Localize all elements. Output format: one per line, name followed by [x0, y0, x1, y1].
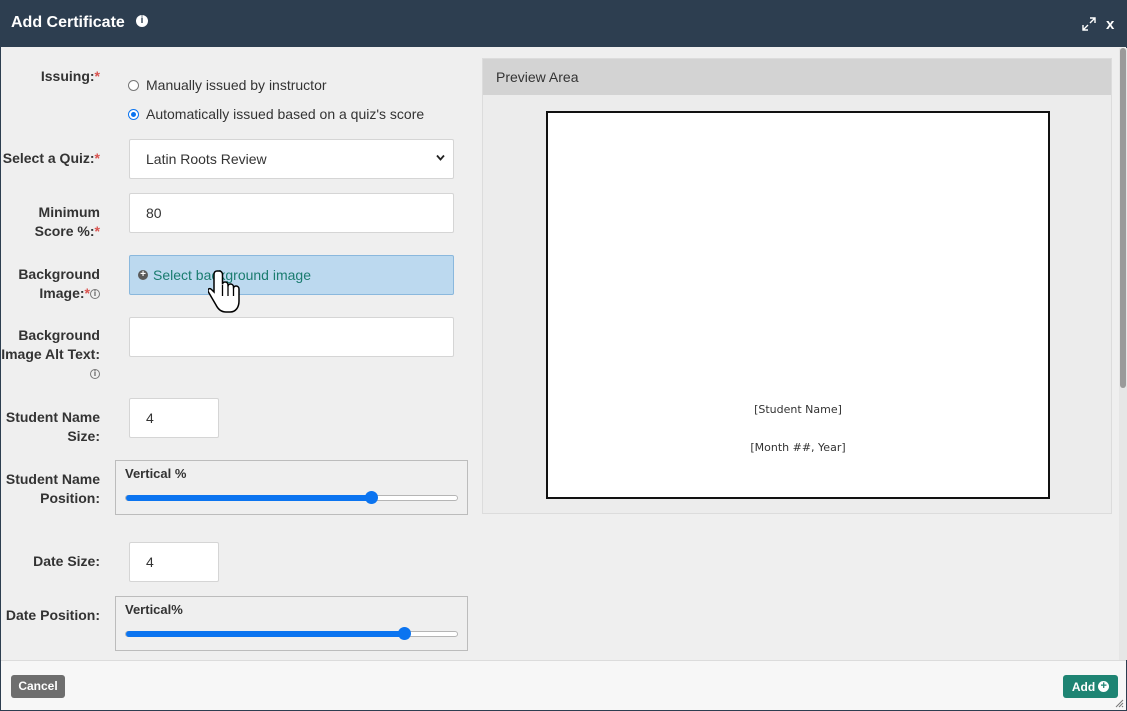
date-position-slider-box: Vertical%: [115, 596, 468, 651]
dialog-titlebar: Add Certificate i x: [1, 1, 1126, 47]
preview-header: Preview Area: [483, 59, 1111, 95]
date-position-slider-fill: [126, 631, 405, 637]
date-position-slider-thumb[interactable]: [398, 627, 412, 640]
info-icon[interactable]: i: [136, 15, 148, 27]
name-position-slider-fill: [126, 495, 371, 501]
name-size-value: 4: [146, 410, 154, 426]
date-position-slider[interactable]: [125, 627, 458, 640]
name-position-label: Student Name Position:: [5, 471, 100, 506]
cancel-button[interactable]: Cancel: [11, 675, 65, 698]
preview-date: [Month ##, Year]: [750, 441, 846, 454]
name-position-slider[interactable]: [125, 491, 458, 504]
select-background-image-button[interactable]: + Select background image: [129, 255, 454, 295]
close-button[interactable]: x: [1106, 16, 1114, 33]
radio-manual-button[interactable]: [128, 79, 139, 91]
chevron-down-icon: [436, 154, 445, 161]
dialog-footer: Cancel Add +: [1, 660, 1126, 710]
resize-handle-icon[interactable]: [1114, 698, 1124, 708]
name-position-slider-box: Vertical %: [115, 460, 468, 515]
radio-automatic[interactable]: Automatically issued based on a quiz's s…: [128, 106, 424, 122]
plus-icon: +: [138, 270, 148, 280]
expand-icon[interactable]: [1082, 17, 1096, 31]
name-position-slider-thumb[interactable]: [364, 491, 378, 504]
bg-image-label: Background Image:* i: [18, 266, 100, 301]
add-button[interactable]: Add +: [1063, 675, 1118, 698]
alt-text-info-icon[interactable]: i: [90, 369, 100, 380]
hand-cursor-icon: [208, 270, 240, 313]
radio-manual[interactable]: Manually issued by instructor: [128, 77, 327, 93]
min-score-input[interactable]: 80: [129, 193, 454, 233]
radio-manual-label: Manually issued by instructor: [146, 77, 327, 93]
add-button-label: Add: [1071, 679, 1096, 694]
radio-automatic-button[interactable]: [128, 108, 139, 120]
scrollbar-thumb[interactable]: [1120, 48, 1126, 388]
certificate-preview: [Student Name] [Month ##, Year]: [546, 111, 1050, 499]
preview-student-name: [Student Name]: [754, 403, 842, 416]
name-position-slider-title: Vertical %: [125, 466, 187, 481]
date-position-label: Date Position:: [5, 607, 100, 623]
alt-text-label: Background Image Alt Text: i: [1, 327, 100, 380]
name-size-input[interactable]: 4: [129, 398, 219, 438]
date-size-value: 4: [146, 554, 154, 570]
quiz-label: Select a Quiz:*: [2, 150, 100, 166]
issuing-label: Issuing:*: [40, 68, 100, 84]
min-score-label: Minimum Score %:*: [34, 204, 100, 239]
quiz-select-value: Latin Roots Review: [146, 151, 267, 167]
bg-image-info-icon[interactable]: i: [90, 289, 100, 300]
date-position-slider-title: Vertical%: [125, 602, 183, 617]
dialog-title: Add Certificate: [11, 14, 125, 31]
add-certificate-dialog: Add Certificate i x Issuing:* Manually i…: [0, 0, 1127, 711]
radio-automatic-label: Automatically issued based on a quiz's s…: [146, 106, 425, 122]
name-size-label: Student Name Size:: [5, 409, 100, 444]
plus-circle-icon: +: [1098, 681, 1110, 692]
min-score-value: 80: [146, 205, 162, 221]
alt-text-input[interactable]: [129, 317, 454, 357]
date-size-label: Date Size:: [33, 553, 100, 569]
quiz-select[interactable]: Latin Roots Review: [129, 139, 454, 179]
scrollbar[interactable]: [1119, 48, 1127, 660]
preview-panel: Preview Area [Student Name] [Month ##, Y…: [482, 58, 1112, 514]
date-size-input[interactable]: 4: [129, 542, 219, 582]
